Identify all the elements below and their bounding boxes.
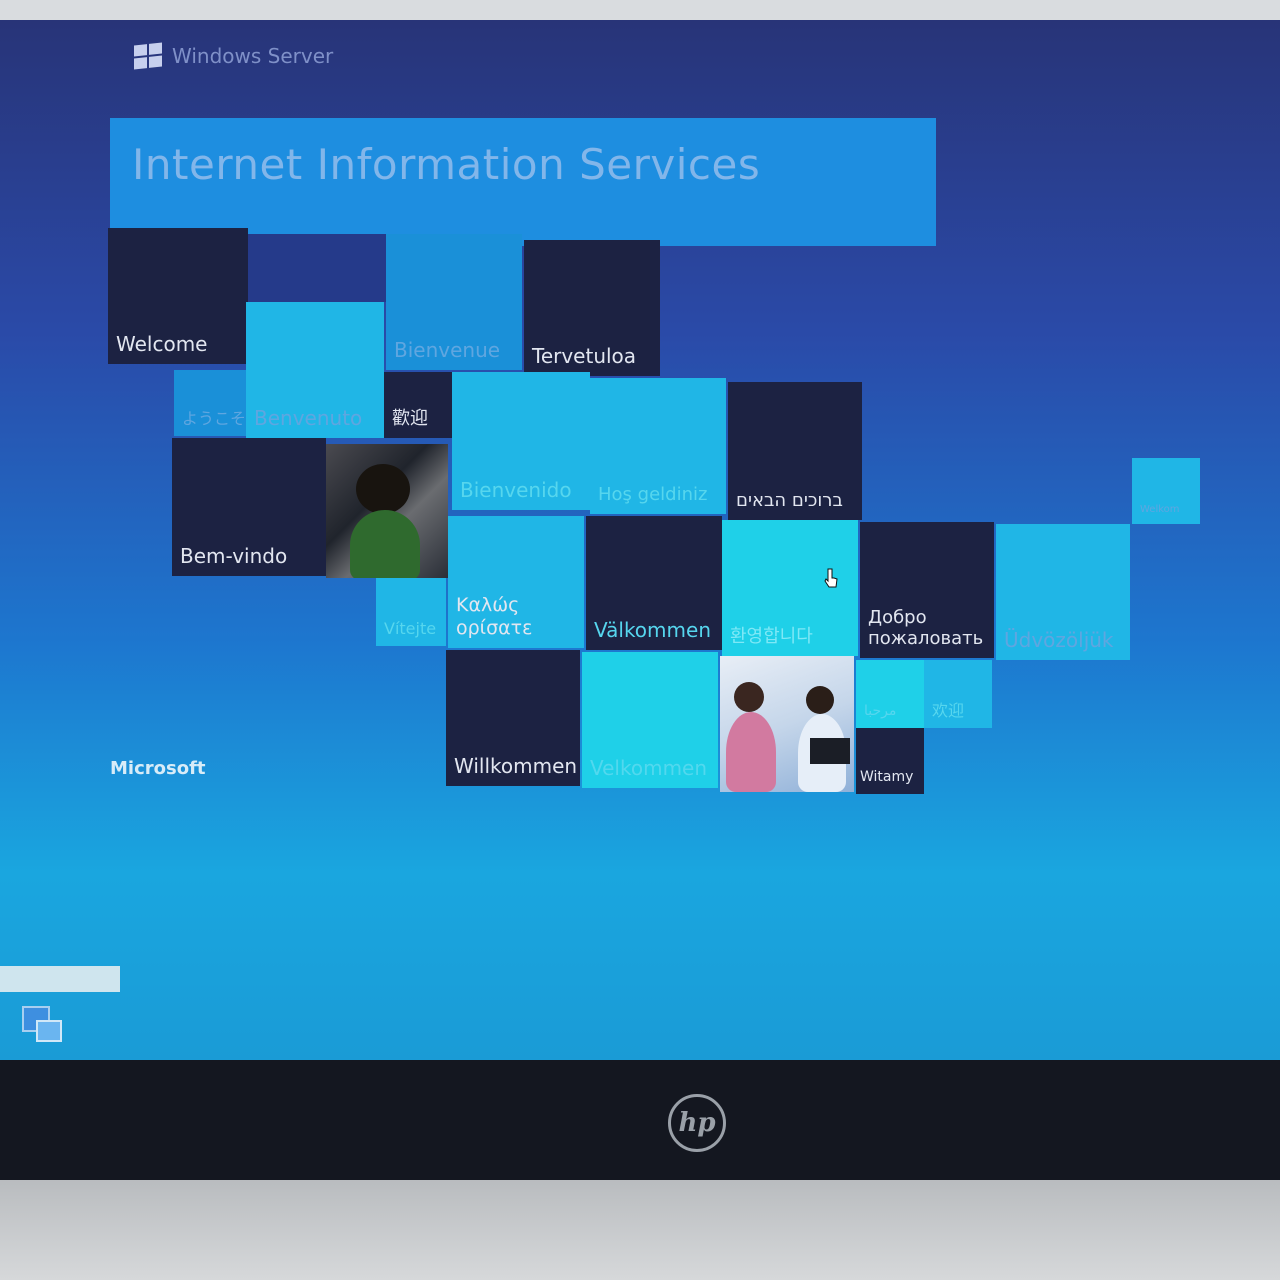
tile-bem-vindo: Bem-vindo xyxy=(172,438,326,576)
tile-kalos-orisate: Καλώς ορίσατε xyxy=(448,516,584,648)
photo-woman-top xyxy=(726,712,776,792)
tile-valkommen-label: Välkommen xyxy=(594,618,711,642)
tile-bienvenue-label: Bienvenue xyxy=(394,338,501,362)
tile-benvenuto-label: Benvenuto xyxy=(254,406,363,430)
windows-server-label: Windows Server xyxy=(172,44,334,68)
tile-bruchim-habaim: ברוכים הבאים xyxy=(728,382,862,520)
tile-dobro-pozhalovat: Добро пожаловать xyxy=(860,522,994,658)
tile-bem-vindo-label: Bem-vindo xyxy=(180,544,288,568)
tile-youkoso: ようこそ xyxy=(174,370,246,436)
tile-welkom-label: Welkom xyxy=(1140,504,1180,515)
tile-photo-person xyxy=(326,444,448,578)
desktop-shortcut-front xyxy=(36,1020,62,1042)
hp-logo: hp xyxy=(668,1094,726,1152)
tile-kalos-orisate-label: Καλώς ορίσατε xyxy=(456,594,533,640)
title-banner: Internet Information Services xyxy=(110,118,936,246)
photo-laptop xyxy=(810,738,850,764)
tile-marhaban-label: مرحبا xyxy=(864,703,897,720)
tile-benvenuto: Benvenuto xyxy=(246,302,384,438)
tile-valkommen: Välkommen xyxy=(586,516,722,650)
tile-velkommen-label: Velkommen xyxy=(590,756,708,780)
laptop-bezel-bottom xyxy=(0,1060,1280,1180)
photo-person-shirt xyxy=(350,510,420,578)
tile-huanying-simp: 欢迎 xyxy=(924,660,992,728)
tile-udvozoljuk: Üdvözöljük xyxy=(996,524,1130,660)
tile-bienvenue: Bienvenue xyxy=(386,234,522,370)
tile-tervetuloa-label: Tervetuloa xyxy=(532,344,637,368)
tile-witamy: Witamy xyxy=(856,728,924,794)
tile-tervetuloa: Tervetuloa xyxy=(524,240,660,376)
tile-dobro-pozhalovat-label: Добро пожаловать xyxy=(868,606,984,650)
tile-bienvenido: Bienvenido xyxy=(452,372,590,510)
tile-hos-geldiniz-label: Hoş geldiniz xyxy=(598,484,708,506)
tile-huanying-trad-label: 歡迎 xyxy=(392,408,428,430)
tile-hwangyeong-label: 환영합니다 xyxy=(730,626,813,648)
microsoft-brand: Microsoft xyxy=(110,758,206,779)
tile-bruchim-habaim-label: ברוכים הבאים xyxy=(736,490,843,512)
tile-youkoso-label: ようこそ xyxy=(182,408,247,428)
tile-welcome-label: Welcome xyxy=(116,332,208,356)
tile-welcome: Welcome xyxy=(108,228,248,364)
screen: Windows Server Internet Information Serv… xyxy=(0,20,1280,1060)
tile-willkommen-label: Willkommen xyxy=(454,754,578,778)
tile-blank-navy xyxy=(248,234,386,302)
tile-photo-people xyxy=(720,656,854,792)
tile-marhaban: مرحبا xyxy=(856,660,924,728)
tile-udvozoljuk-label: Üdvözöljük xyxy=(1004,628,1114,652)
tile-witamy-label: Witamy xyxy=(860,769,914,786)
tile-huanying-trad: 歡迎 xyxy=(384,372,452,438)
page-title: Internet Information Services xyxy=(132,140,761,189)
photo-woman-head xyxy=(734,682,764,712)
tile-velkommen: Velkommen xyxy=(582,652,718,788)
taskbar-window-button[interactable] xyxy=(0,966,120,992)
laptop-base xyxy=(0,1180,1280,1280)
photo-person-hair xyxy=(356,464,410,514)
tile-vitejte: Vítejte xyxy=(376,578,446,646)
tile-bienvenido-label: Bienvenido xyxy=(460,478,572,502)
tile-huanying-simp-label: 欢迎 xyxy=(932,700,965,720)
tile-hos-geldiniz: Hoş geldiniz xyxy=(590,378,726,514)
windows-logo-icon xyxy=(134,42,162,70)
tile-vitejte-label: Vítejte xyxy=(384,618,437,638)
tile-willkommen: Willkommen xyxy=(446,650,580,786)
tile-welkom: Welkom xyxy=(1132,458,1200,524)
desktop-shortcut-icon[interactable] xyxy=(18,1006,62,1046)
windows-server-brand: Windows Server xyxy=(134,42,334,70)
photo-man-head xyxy=(806,686,834,714)
hand-pointer-icon xyxy=(824,568,838,588)
